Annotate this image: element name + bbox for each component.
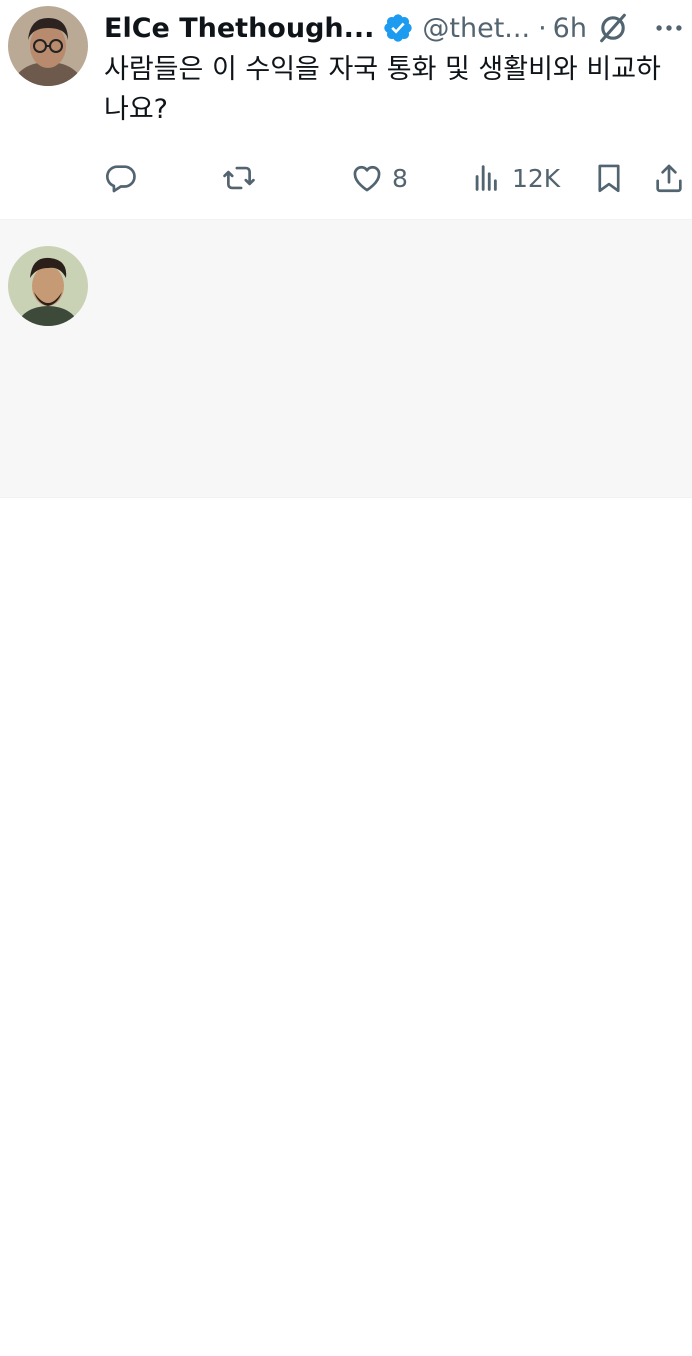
views-count: 12K [512,163,561,193]
like-icon [350,161,384,195]
bookmark-icon [592,161,626,195]
action-bar: 8 12K [104,158,692,198]
share-button[interactable] [652,158,686,198]
verified-badge-icon [382,12,414,44]
tweet-header [104,466,692,506]
author-name[interactable]: ElCe Thethough... [104,13,374,44]
author-handle[interactable]: @thet... [422,13,530,44]
tweet[interactable] [0,220,692,498]
grok-icon[interactable] [596,11,630,45]
retweet-button[interactable] [222,158,264,198]
bookmark-button[interactable] [592,158,626,198]
like-count: 8 [392,163,408,193]
reply-icon [104,161,138,195]
text-line: 나요? [104,94,169,125]
avatar[interactable] [8,6,88,86]
tweet-header: ElCe Thethough... @thet... · 6h [104,8,692,48]
views-icon [470,161,504,195]
avatar[interactable] [8,246,88,326]
timestamp[interactable]: 6h [553,13,587,44]
reply-feed: ElCe Thethough... @thet... · 6h 사람들은 이 수… [0,0,692,498]
tweet-text: 사람들은 이 수익을 자국 통화 및 생활비와 비교하 나요? [104,50,678,130]
text-line: 사람들은 이 수익을 자국 통화 및 생활비와 비교하 [104,54,661,85]
separator-dot: · [538,12,547,44]
tweet[interactable]: ElCe Thethough... @thet... · 6h 사람들은 이 수… [0,0,692,220]
retweet-icon [222,161,256,195]
share-icon [652,161,686,195]
views-button[interactable]: 12K [470,158,560,198]
more-icon[interactable] [652,11,686,45]
reply-button[interactable] [104,158,146,198]
like-button[interactable]: 8 [350,158,408,198]
